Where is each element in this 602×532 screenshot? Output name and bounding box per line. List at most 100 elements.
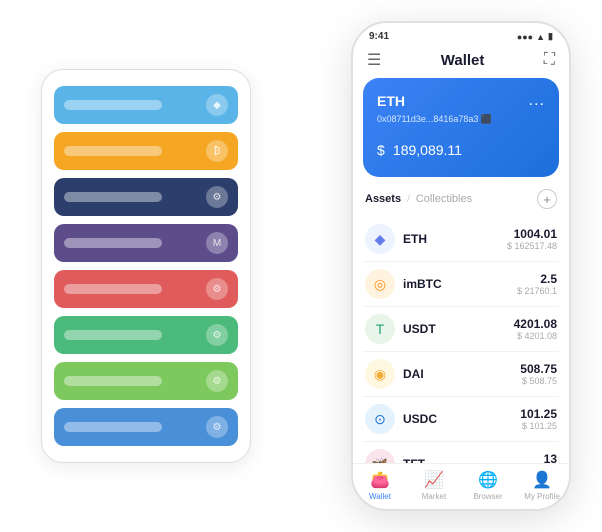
balance-amount: 189,089.11 — [393, 142, 462, 158]
asset-amount-primary: 4201.08 — [514, 317, 557, 331]
nav-icon-market: 📈 — [424, 470, 444, 490]
asset-amount-primary: 13 — [544, 452, 557, 463]
phone-header: ☰ Wallet ⛶ — [353, 46, 569, 78]
eth-card-header: ETH ... — [377, 92, 545, 110]
asset-amounts-usdt: 4201.08$ 4201.08 — [514, 317, 557, 341]
asset-amount-primary: 1004.01 — [507, 227, 557, 241]
stack-card-bar — [64, 376, 162, 386]
asset-list: ◆ ETH1004.01$ 162517.48 ◎ imBTC2.5$ 21760.1… — [363, 217, 559, 463]
asset-row-usdt[interactable]: T USDT4201.08$ 4201.08 — [363, 307, 559, 352]
stack-card-icon: ⚙ — [206, 324, 228, 346]
asset-name-imbtc: imBTC — [403, 277, 517, 291]
stack-card-bar — [64, 284, 162, 294]
nav-label-wallet: Wallet — [369, 492, 391, 501]
nav-item-wallet[interactable]: 👛 Wallet — [353, 470, 407, 501]
stack-card-0[interactable]: ◆ — [54, 86, 238, 124]
asset-name-eth: ETH — [403, 232, 507, 246]
asset-row-eth[interactable]: ◆ ETH1004.01$ 162517.48 — [363, 217, 559, 262]
nav-icon-browser: 🌐 — [478, 470, 498, 490]
wifi-icon: ▲ — [536, 32, 545, 42]
assets-header: Assets / Collectibles + — [363, 189, 559, 209]
nav-icon-wallet: 👛 — [370, 470, 390, 490]
nav-label-browser: Browser — [473, 492, 502, 501]
asset-row-tft[interactable]: 🦋TFT130 — [363, 442, 559, 463]
tab-divider: / — [407, 194, 410, 205]
stack-card-7[interactable]: ⚙ — [54, 408, 238, 446]
stack-card-bar — [64, 238, 162, 248]
menu-icon[interactable]: ☰ — [367, 50, 381, 70]
add-asset-button[interactable]: + — [537, 189, 557, 209]
nav-item-my-profile[interactable]: 👤 My Profile — [515, 470, 569, 501]
status-time: 9:41 — [369, 31, 389, 42]
asset-amounts-usdc: 101.25$ 101.25 — [520, 407, 557, 431]
asset-name-usdt: USDT — [403, 322, 514, 336]
stack-card-bar — [64, 100, 162, 110]
stack-card-icon: ⚙ — [206, 416, 228, 438]
eth-card[interactable]: ETH ... 0x08711d3e...8416a78a3 ⬛ $ 189,0… — [363, 78, 559, 177]
status-bar: 9:41 ●●● ▲ ▮ — [353, 23, 569, 46]
asset-amount-secondary: $ 508.75 — [520, 376, 557, 386]
stack-card-bar — [64, 330, 162, 340]
status-icons: ●●● ▲ ▮ — [517, 31, 553, 42]
asset-icon-eth: ◆ — [365, 224, 395, 254]
nav-item-market[interactable]: 📈 Market — [407, 470, 461, 501]
nav-label-my-profile: My Profile — [524, 492, 560, 501]
stack-card-5[interactable]: ⚙ — [54, 316, 238, 354]
asset-icon-dai: ◉ — [365, 359, 395, 389]
tab-assets[interactable]: Assets — [365, 193, 401, 205]
assets-tabs: Assets / Collectibles — [365, 193, 472, 205]
stack-card-3[interactable]: M — [54, 224, 238, 262]
eth-balance: $ 189,089.11 — [377, 135, 545, 161]
asset-amount-secondary: $ 4201.08 — [514, 331, 557, 341]
stack-card-6[interactable]: ⚙ — [54, 362, 238, 400]
eth-address: 0x08711d3e...8416a78a3 ⬛ — [377, 114, 545, 125]
scene: ◆ ₿ ⚙ M ⚙ ⚙ ⚙ ⚙ 9:41 ●●● ▲ ▮ ☰ Wallet ⛶ ETH ... — [11, 11, 591, 521]
stack-card-bar — [64, 422, 162, 432]
tab-collectibles[interactable]: Collectibles — [416, 193, 472, 205]
stack-card-icon: M — [206, 232, 228, 254]
asset-icon-usdt: T — [365, 314, 395, 344]
signal-icon: ●●● — [517, 32, 533, 42]
asset-icon-tft: 🦋 — [365, 449, 395, 463]
asset-amount-secondary: $ 101.25 — [520, 421, 557, 431]
currency-symbol: $ — [377, 142, 385, 158]
asset-amounts-tft: 130 — [544, 452, 557, 463]
nav-icon-my-profile: 👤 — [532, 470, 552, 490]
phone-frame: 9:41 ●●● ▲ ▮ ☰ Wallet ⛶ ETH ... 0x08711d… — [351, 21, 571, 511]
eth-card-title: ETH — [377, 93, 405, 109]
asset-amounts-dai: 508.75$ 508.75 — [520, 362, 557, 386]
asset-amount-primary: 508.75 — [520, 362, 557, 376]
page-title: Wallet — [441, 52, 485, 69]
asset-icon-usdc: ⊙ — [365, 404, 395, 434]
nav-item-browser[interactable]: 🌐 Browser — [461, 470, 515, 501]
stack-card-bar — [64, 146, 162, 156]
bottom-nav: 👛 Wallet 📈 Market 🌐 Browser 👤 My Profile — [353, 463, 569, 509]
asset-amounts-eth: 1004.01$ 162517.48 — [507, 227, 557, 251]
stack-card-bar — [64, 192, 162, 202]
phone-body: ETH ... 0x08711d3e...8416a78a3 ⬛ $ 189,0… — [353, 78, 569, 463]
battery-icon: ▮ — [548, 31, 553, 42]
stack-card-2[interactable]: ⚙ — [54, 178, 238, 216]
asset-name-dai: DAI — [403, 367, 520, 381]
stack-card-icon: ⚙ — [206, 278, 228, 300]
card-stack: ◆ ₿ ⚙ M ⚙ ⚙ ⚙ ⚙ — [41, 69, 251, 463]
asset-row-dai[interactable]: ◉ DAI508.75$ 508.75 — [363, 352, 559, 397]
asset-name-usdc: USDC — [403, 412, 520, 426]
stack-card-icon: ◆ — [206, 94, 228, 116]
asset-amount-primary: 101.25 — [520, 407, 557, 421]
asset-row-usdc[interactable]: ⊙ USDC101.25$ 101.25 — [363, 397, 559, 442]
eth-more-icon[interactable]: ... — [529, 92, 545, 110]
asset-amount-secondary: $ 162517.48 — [507, 241, 557, 251]
stack-card-1[interactable]: ₿ — [54, 132, 238, 170]
stack-card-icon: ⚙ — [206, 370, 228, 392]
asset-amount-primary: 2.5 — [517, 272, 557, 286]
asset-amounts-imbtc: 2.5$ 21760.1 — [517, 272, 557, 296]
stack-card-4[interactable]: ⚙ — [54, 270, 238, 308]
asset-row-imbtc[interactable]: ◎ imBTC2.5$ 21760.1 — [363, 262, 559, 307]
nav-label-market: Market — [422, 492, 446, 501]
asset-icon-imbtc: ◎ — [365, 269, 395, 299]
stack-card-icon: ₿ — [206, 140, 228, 162]
stack-card-icon: ⚙ — [206, 186, 228, 208]
asset-amount-secondary: $ 21760.1 — [517, 286, 557, 296]
expand-icon[interactable]: ⛶ — [544, 51, 555, 69]
